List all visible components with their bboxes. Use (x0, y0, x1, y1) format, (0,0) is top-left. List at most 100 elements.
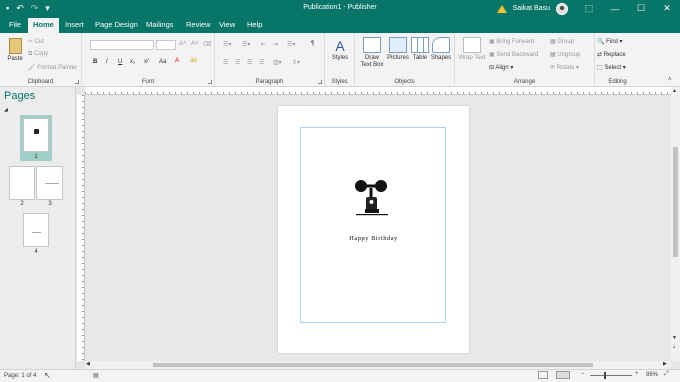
draw-text-box-button[interactable]: Draw Text Box (359, 37, 385, 69)
scroll-down-icon[interactable]: ▼ (672, 335, 677, 341)
warning-icon[interactable] (496, 4, 507, 13)
paste-button[interactable]: Paste (5, 38, 25, 63)
scroll-left-icon[interactable]: ◀ (86, 361, 90, 367)
shrink-font-icon[interactable]: A˅ (191, 41, 199, 47)
minimize-button[interactable]: — (602, 0, 628, 17)
scroll-right-icon[interactable]: ▶ (663, 361, 667, 367)
arrange-group: Wrap Text ▣ Bring Forward ▣ Send Backwar… (455, 33, 595, 87)
layout-icon[interactable]: ▤ (93, 372, 99, 379)
bullets-icon[interactable]: ☰▾ (223, 41, 231, 48)
italic-button[interactable]: I (106, 59, 108, 65)
show-marks-button[interactable]: ¶ (311, 41, 314, 47)
wrap-text-button[interactable]: Wrap Text (458, 37, 486, 62)
page[interactable]: Happy Birthday (278, 106, 469, 353)
vertical-ruler[interactable] (77, 95, 85, 361)
select-button[interactable]: ⬚ Select ▾ (597, 64, 626, 71)
thumb-text-line (45, 183, 59, 184)
zoom-slider-track[interactable] (590, 375, 632, 376)
zoom-slider-thumb[interactable] (604, 372, 606, 379)
underline-button[interactable]: U (118, 59, 122, 65)
columns-icon[interactable]: ▥▾ (273, 59, 282, 66)
tab-page-design[interactable]: Page Design (95, 20, 138, 29)
birthday-text[interactable]: Happy Birthday (278, 235, 469, 242)
close-button[interactable]: ✕ (654, 0, 680, 17)
styles-button[interactable]: A Styles (329, 37, 351, 62)
shapes-button[interactable]: Shapes (430, 37, 452, 62)
tab-help[interactable]: Help (247, 20, 262, 29)
font-name-combo[interactable] (90, 40, 154, 50)
replace-button[interactable]: ⇄ Replace (597, 51, 626, 58)
zoom-in-button[interactable]: + (635, 371, 639, 377)
superscript-button[interactable]: x² (144, 59, 149, 65)
rotate-button[interactable]: ⟳ Rotate ▾ (550, 64, 579, 71)
page-thumbnail-3[interactable] (36, 166, 63, 200)
scroll-up-icon[interactable]: ▲ (672, 88, 677, 94)
collapse-pages-icon[interactable]: ◢ (4, 107, 8, 113)
vertical-scrollbar[interactable]: ▲ ▼ ⇣ (671, 87, 680, 361)
save-icon[interactable]: ▪ (6, 3, 9, 14)
grow-font-icon[interactable]: A˄ (179, 41, 187, 47)
decrease-indent-icon[interactable]: ⇤ (261, 41, 266, 48)
clear-format-icon[interactable]: ⌫ (203, 41, 211, 48)
tab-insert[interactable]: Insert (65, 20, 84, 29)
customize-qat-icon[interactable]: ▾ (45, 3, 50, 14)
align-center-icon[interactable]: ☰ (235, 59, 240, 66)
two-page-view-icon[interactable] (556, 371, 570, 379)
group-button[interactable]: ▦ Group (550, 38, 574, 45)
user-name[interactable]: Saikat Basu (513, 5, 550, 12)
format-painter-button[interactable]: 🖌 Format Painter (28, 64, 77, 71)
numbering-icon[interactable]: ☰▾ (242, 41, 250, 48)
maximize-button[interactable]: ☐ (628, 0, 654, 17)
align-left-icon[interactable]: ☰ (223, 59, 228, 66)
tab-file[interactable]: File (9, 20, 21, 29)
align-right-icon[interactable]: ☰ (247, 59, 252, 66)
pictures-button[interactable]: Pictures (386, 37, 410, 62)
collapse-ribbon-icon[interactable]: ˄ (668, 77, 672, 83)
page-thumbnail-1[interactable] (23, 118, 49, 152)
tab-mailings[interactable]: Mailings (146, 20, 174, 29)
fit-page-icon[interactable]: ⤢ (664, 371, 669, 378)
paragraph-launcher-icon[interactable] (318, 80, 322, 84)
paragraph-spacing-icon[interactable]: ⇕▾ (292, 59, 300, 66)
zoom-level[interactable]: 86% (646, 372, 658, 378)
undo-icon[interactable]: ↶ (16, 3, 24, 14)
vertical-scroll-thumb[interactable] (673, 147, 678, 257)
font-color-icon[interactable]: A (175, 58, 179, 64)
redo-icon[interactable]: ↷ (31, 3, 39, 14)
line-spacing-icon[interactable]: ☰▾ (287, 41, 295, 48)
ungroup-button[interactable]: ▦ Ungroup (550, 51, 580, 58)
copy-button[interactable]: ⧉ Copy (28, 51, 48, 58)
horizontal-ruler[interactable] (85, 87, 671, 95)
document-canvas[interactable]: Happy Birthday (86, 96, 670, 361)
page-indicator[interactable]: Page: 1 of 4 (4, 373, 36, 379)
ribbon-display-icon[interactable]: ⬚ (576, 0, 602, 17)
single-page-view-icon[interactable] (538, 371, 548, 379)
bold-button[interactable]: B (93, 59, 97, 65)
find-button[interactable]: 🔍 Find ▾ (597, 38, 623, 45)
change-case-button[interactable]: Aa (159, 59, 166, 65)
tab-home[interactable]: Home (28, 18, 59, 33)
shapes-icon (432, 37, 450, 53)
clipboard-launcher-icon[interactable] (75, 80, 79, 84)
subscript-button[interactable]: x₂ (130, 59, 135, 65)
tab-review[interactable]: Review (186, 20, 211, 29)
align-button[interactable]: ⊟ Align ▾ (489, 64, 513, 71)
tab-view[interactable]: View (219, 20, 235, 29)
horizontal-scrollbar[interactable]: ◀ ▶ (85, 361, 671, 369)
justify-icon[interactable]: ☰ (259, 59, 264, 66)
increase-indent-icon[interactable]: ⇥ (273, 41, 278, 48)
send-backward-button[interactable]: ▣ Send Backward (489, 51, 538, 58)
weightlifter-figure[interactable] (354, 178, 394, 220)
zoom-out-button[interactable]: − (581, 371, 585, 377)
font-size-combo[interactable] (156, 40, 176, 50)
table-button[interactable]: Table (410, 37, 430, 62)
horizontal-scroll-thumb[interactable] (153, 363, 593, 367)
font-launcher-icon[interactable] (208, 80, 212, 84)
bring-forward-button[interactable]: ▣ Bring Forward (489, 38, 534, 45)
highlight-icon[interactable]: ab (190, 58, 197, 64)
page-thumbnail-4[interactable] (23, 213, 49, 247)
avatar[interactable] (556, 2, 568, 15)
page-thumbnail-2[interactable] (9, 166, 35, 200)
next-page-icon[interactable]: ⇣ (672, 344, 676, 350)
cut-button[interactable]: ✂ Cut (28, 38, 44, 45)
